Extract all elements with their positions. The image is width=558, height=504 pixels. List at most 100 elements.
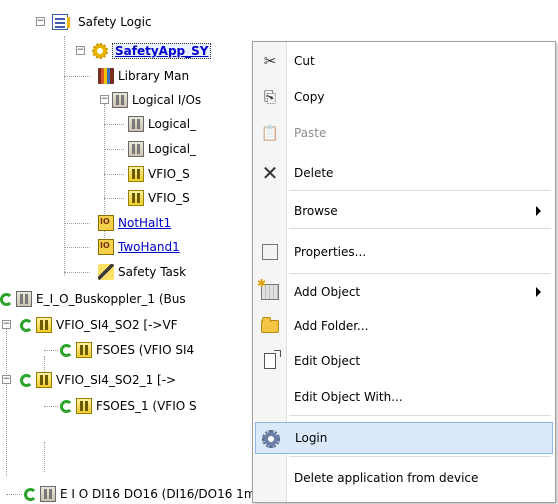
tree-item-safety-task[interactable]: Safety Task [64, 262, 187, 282]
tree-item-label: FSOES (VFIO SI4 [96, 343, 195, 357]
menu-item-label: Add Object [294, 285, 361, 299]
tree-connector [44, 406, 58, 407]
safety-logic-icon [52, 14, 70, 30]
vfio-device-icon [36, 317, 52, 333]
menu-item-label: Copy [294, 90, 325, 104]
device-icon [128, 116, 144, 132]
tree-item-label: VFIO_S [148, 191, 190, 205]
tree-item-label: VFIO_SI4_SO2_1 [-> [56, 373, 177, 387]
online-arrow-icon [60, 399, 73, 413]
menu-item-edit-object[interactable]: Edit Object [255, 345, 553, 377]
tree-item-label: NotHalt1 [118, 216, 172, 230]
menu-item-copy[interactable]: ⎘ Copy [255, 81, 553, 113]
tree-item-label: Safety Task [118, 265, 187, 279]
tree-item-label: Safety Logic [78, 15, 152, 29]
tree-item-label: SafetyApp_SY [112, 43, 212, 59]
tree-item-nothalt1[interactable]: NotHalt1 [64, 213, 172, 233]
menu-item-label: Paste [294, 126, 327, 140]
tree-item-library-manager[interactable]: Library Man [64, 66, 189, 86]
device-icon [112, 92, 128, 108]
menu-item-browse[interactable]: Browse [255, 195, 553, 227]
menu-separator [289, 415, 551, 416]
tree-item-vfio-2[interactable]: VFIO_S [104, 188, 190, 208]
tree-item-fsoes[interactable]: FSOES (VFIO SI4 [44, 340, 195, 360]
paste-icon: 📋 [260, 124, 280, 142]
menu-item-login[interactable]: Login [255, 422, 553, 454]
tree-item-vfio-si4-so2-1[interactable]: − VFIO_SI4_SO2_1 [-> [2, 370, 176, 390]
tree-item-buskoppler[interactable]: E_I_O_Buskoppler_1 (Bus [0, 289, 186, 309]
tree-item-label: Logical_ [148, 117, 197, 131]
tree-connector [104, 124, 124, 125]
collapse-toggle[interactable]: − [76, 46, 85, 55]
tree-item-safety-logic[interactable]: − Safety Logic [36, 12, 152, 32]
application-gear-icon [92, 43, 108, 59]
device-icon [40, 486, 56, 502]
tree-item-label: FSOES_1 (VFIO S [96, 399, 197, 413]
edit-object-icon [259, 350, 281, 372]
tree-connector [64, 76, 90, 77]
tree-item-vfio-1[interactable]: VFIO_S [104, 164, 190, 184]
tree-item-label: E_I_O_Buskoppler_1 (Bus [36, 292, 186, 306]
menu-item-label: Edit Object [294, 354, 361, 368]
menu-item-cut[interactable]: ✂ Cut [255, 45, 553, 77]
menu-item-delete-application[interactable]: Delete application from device [255, 462, 553, 494]
properties-icon [259, 241, 281, 263]
collapse-toggle[interactable]: − [36, 17, 45, 26]
tree-item-fsoes-1[interactable]: FSOES_1 (VFIO S [44, 396, 197, 416]
tree-item-safetyapp[interactable]: − SafetyApp_SY [76, 41, 212, 61]
vfio-device-icon [36, 372, 52, 388]
collapse-toggle[interactable]: − [2, 320, 11, 329]
tree-item-logical-2[interactable]: Logical_ [104, 139, 197, 159]
tree-item-label: TwoHand1 [118, 240, 180, 254]
tree-connector [64, 223, 90, 224]
online-arrow-icon [0, 292, 13, 306]
vfio-device-icon [128, 166, 144, 182]
menu-item-paste[interactable]: 📋 Paste [255, 117, 553, 149]
online-arrow-icon [24, 487, 37, 501]
tree-item-label: Logical I/Os [132, 93, 202, 107]
tree-connector [6, 326, 7, 476]
menu-separator [289, 273, 551, 274]
collapse-toggle[interactable]: − [100, 95, 109, 104]
scissors-icon: ✂ [263, 52, 277, 70]
library-books-icon [98, 68, 114, 84]
online-arrow-icon [20, 373, 33, 387]
vfio-device-icon [76, 342, 92, 358]
menu-item-add-folder[interactable]: Add Folder... [255, 310, 553, 342]
menu-item-label: Add Folder... [294, 319, 369, 333]
task-icon [98, 264, 114, 280]
device-icon [128, 141, 144, 157]
tree-item-vfio-si4-so2[interactable]: − VFIO_SI4_SO2 [->VF [2, 315, 178, 335]
menu-item-label: Login [295, 431, 328, 445]
menu-item-delete[interactable]: ✕ Delete [255, 157, 553, 189]
tree-item-twohand1[interactable]: TwoHand1 [64, 237, 180, 257]
tree-item-logical-ios[interactable]: − Logical I/Os [100, 90, 201, 110]
submenu-arrow-icon [536, 206, 541, 216]
login-gear-icon [260, 428, 282, 450]
online-arrow-icon [60, 343, 73, 357]
context-menu: ✂ Cut ⎘ Copy 📋 Paste ✕ Delete Browse Pro… [252, 41, 556, 503]
menu-item-label: Delete application from device [294, 471, 479, 485]
tree-connector [104, 149, 124, 150]
tree-connector [64, 272, 90, 273]
menu-item-edit-object-with[interactable]: Edit Object With... [255, 381, 553, 413]
menu-item-add-object[interactable]: Add Object [255, 276, 553, 308]
tree-item-label: VFIO_SI4_SO2 [->VF [56, 318, 178, 332]
menu-item-label: Cut [294, 54, 315, 68]
vfio-device-icon [128, 190, 144, 206]
tree-connector [104, 174, 124, 175]
tree-connector [6, 494, 22, 495]
tree-connector [64, 247, 90, 248]
tree-connector [64, 36, 65, 276]
collapse-toggle[interactable]: − [2, 375, 11, 384]
menu-item-label: Delete [294, 166, 334, 180]
tree-connector [44, 350, 58, 351]
tree-item-logical-1[interactable]: Logical_ [104, 114, 197, 134]
menu-item-label: Edit Object With... [294, 390, 403, 404]
add-object-icon [257, 277, 281, 303]
menu-item-properties[interactable]: Properties... [255, 236, 553, 268]
pou-icon [98, 215, 114, 231]
menu-separator [289, 228, 551, 229]
tree-connector [44, 442, 45, 472]
tree-item-label: Logical_ [148, 142, 197, 156]
